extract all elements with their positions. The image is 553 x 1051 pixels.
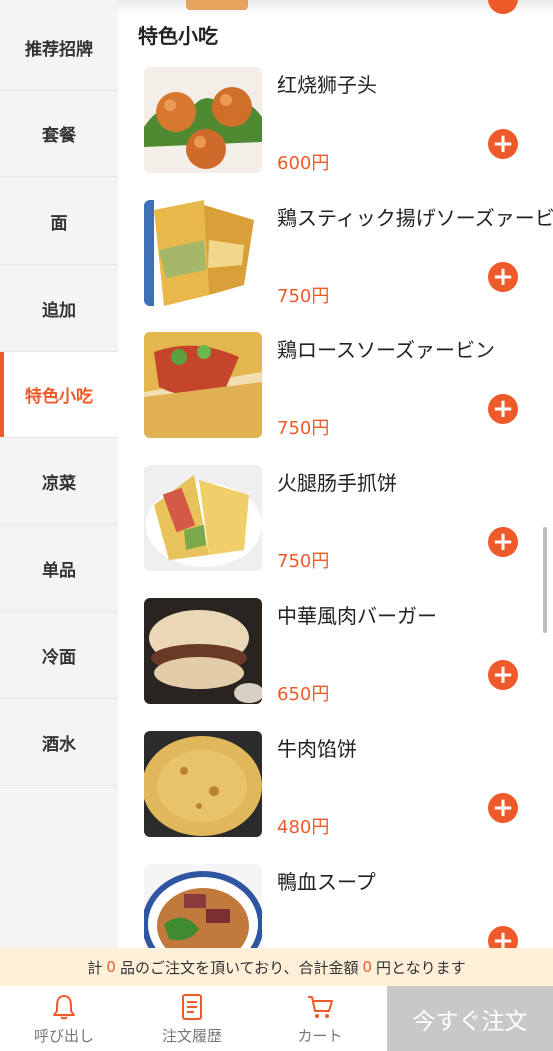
plus-icon: +	[492, 660, 514, 690]
dish-name: 鴨血スープ	[277, 870, 376, 894]
sidebar-item-label: 面	[50, 214, 68, 234]
section-title: 特色小吃	[138, 24, 218, 48]
dish-image	[144, 598, 262, 704]
sidebar-item-label: 单品	[42, 561, 76, 581]
sidebar-item-cold-dishes[interactable]: 凉菜	[0, 439, 118, 525]
menu-item[interactable]: 火腿肠手抓饼 750円 +	[118, 465, 553, 597]
add-to-cart-button[interactable]: +	[488, 129, 518, 159]
dish-name: 鶏ロースソーズァービン	[277, 338, 495, 362]
sidebar-item-noodles[interactable]: 面	[0, 179, 118, 265]
dish-price: 600円	[277, 153, 330, 174]
menu-item[interactable]: 鴨血スープ +	[118, 864, 553, 948]
call-staff-tab[interactable]: 呼び出し	[0, 986, 128, 1051]
sidebar-item-label: 追加	[42, 301, 76, 321]
sidebar-item-label: 冷面	[42, 648, 76, 668]
call-staff-label: 呼び出し	[33, 1026, 94, 1045]
add-to-cart-button[interactable]: +	[488, 660, 518, 690]
sidebar-item-single-items[interactable]: 单品	[0, 526, 118, 612]
dish-image	[144, 200, 262, 306]
cart-label: カート	[297, 1026, 343, 1045]
dish-image	[144, 465, 262, 571]
summary-suffix: 円となります	[376, 958, 466, 977]
bottom-tabbar: 呼び出し 注文履歴 カート 今すぐ注文	[0, 986, 553, 1051]
dish-name: 中華風肉バーガー	[277, 604, 437, 628]
menu-item[interactable]: 中華風肉バーガー 650円 +	[118, 598, 553, 730]
order-history-label: 注文履歴	[161, 1026, 222, 1045]
summary-prefix: 計	[87, 958, 103, 977]
plus-icon: +	[492, 926, 514, 948]
sidebar-item-label: 酒水	[42, 735, 76, 755]
add-to-cart-button[interactable]: +	[488, 262, 518, 292]
sidebar-item-cold-noodles[interactable]: 冷面	[0, 613, 118, 699]
dish-name: 红烧狮子头	[277, 73, 377, 97]
sidebar-item-label: 套餐	[42, 126, 76, 146]
dish-name: 鶏スティック揚げソーズァービン	[277, 206, 553, 230]
dish-price: 750円	[277, 286, 330, 307]
sidebar-item-drinks[interactable]: 酒水	[0, 700, 118, 786]
total-amount: 0	[362, 958, 373, 976]
dish-name: 牛肉馅饼	[277, 737, 357, 761]
sidebar-item-recommended[interactable]: 推荐招牌	[0, 5, 118, 91]
dish-name: 火腿肠手抓饼	[277, 471, 397, 495]
cart-tab[interactable]: カート	[256, 986, 384, 1051]
sidebar-item-label: 特色小吃	[25, 387, 93, 407]
sidebar-item-set-meal[interactable]: 套餐	[0, 91, 118, 177]
add-to-cart-button[interactable]: +	[488, 793, 518, 823]
dish-price: 650円	[277, 684, 330, 705]
add-to-cart-button[interactable]: +	[488, 394, 518, 424]
dish-image	[144, 67, 262, 173]
scrollbar[interactable]	[543, 527, 547, 633]
previous-item-image	[186, 0, 248, 10]
order-now-button[interactable]: 今すぐ注文	[387, 986, 553, 1051]
item-count: 0	[106, 958, 116, 976]
add-to-cart-button[interactable]: +	[488, 926, 518, 948]
add-to-cart-button[interactable]: +	[488, 527, 518, 557]
menu-list[interactable]: 特色小吃 红烧狮子头 600円 + 鶏スティック揚げソーズァービン 750円 +…	[118, 0, 553, 948]
receipt-icon	[182, 993, 202, 1020]
order-summary: 計 0 品のご注文を頂いており、合計金額 0 円となります	[0, 948, 553, 986]
sidebar-item-snacks[interactable]: 特色小吃	[0, 352, 118, 438]
order-history-tab[interactable]: 注文履歴	[128, 986, 256, 1051]
dish-price: 750円	[277, 418, 330, 439]
menu-item[interactable]: 鶏スティック揚げソーズァービン 750円 +	[118, 200, 553, 332]
plus-icon: +	[492, 394, 514, 424]
dish-price: 750円	[277, 551, 330, 572]
sidebar-item-label: 推荐招牌	[25, 40, 93, 60]
bell-icon	[53, 994, 75, 1019]
plus-icon: +	[492, 793, 514, 823]
plus-icon: +	[492, 262, 514, 292]
plus-icon: +	[492, 129, 514, 159]
menu-item[interactable]: 红烧狮子头 600円 +	[118, 67, 553, 199]
cart-icon	[308, 995, 333, 1018]
sidebar-item-extra[interactable]: 追加	[0, 266, 118, 352]
category-sidebar: 推荐招牌 套餐 面 追加 特色小吃 凉菜 单品 冷面 酒水	[0, 0, 118, 948]
dish-image	[144, 864, 262, 948]
plus-icon: +	[492, 527, 514, 557]
summary-middle: 品のご注文を頂いており、合計金額	[119, 958, 359, 977]
dish-image	[144, 332, 262, 438]
dish-image	[144, 731, 262, 837]
dish-price: 480円	[277, 817, 330, 838]
menu-item[interactable]: 牛肉馅饼 480円 +	[118, 731, 553, 863]
sidebar-item-label: 凉菜	[42, 474, 76, 494]
menu-item[interactable]: 鶏ロースソーズァービン 750円 +	[118, 332, 553, 464]
